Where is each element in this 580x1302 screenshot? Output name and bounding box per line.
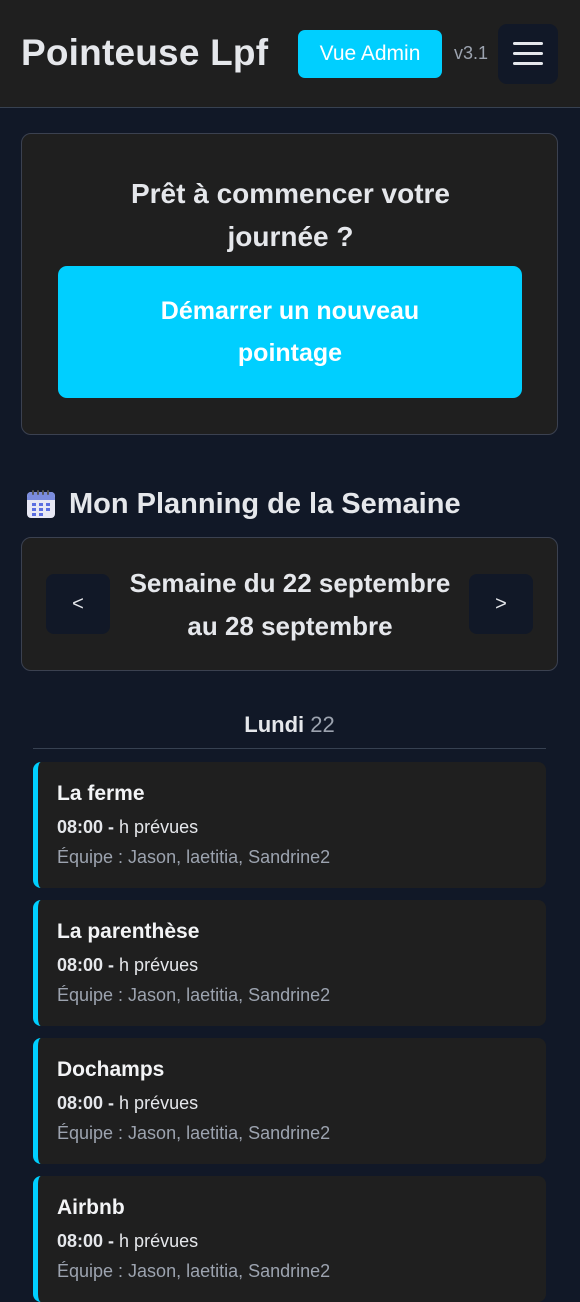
week-navigator: < Semaine du 22 septembre au 28 septembr… xyxy=(21,537,558,671)
task-team: Équipe : Jason, laetitia, Sandrine2 xyxy=(57,985,331,1005)
start-prompt: Prêt à commencer votre journée ? xyxy=(130,178,451,252)
task-time: 08:00 - h prévues xyxy=(57,817,199,837)
menu-bar xyxy=(513,62,543,65)
day-header: Lundi 22 xyxy=(33,706,546,749)
planning-title: Mon Planning de la Semaine xyxy=(69,487,461,520)
calendar-icon xyxy=(25,488,57,520)
task-name: Dochamps xyxy=(57,1058,165,1081)
start-clocking-button[interactable]: Démarrer un nouveau pointage xyxy=(58,266,522,398)
task-name: La ferme xyxy=(57,782,145,805)
day-name: Lundi xyxy=(244,712,305,737)
task-team: Équipe : Jason, laetitia, Sandrine2 xyxy=(57,847,331,867)
menu-bar xyxy=(513,42,543,45)
next-week-button[interactable]: > xyxy=(469,574,533,634)
menu-bar xyxy=(513,52,543,55)
task-name: La parenthèse xyxy=(57,920,200,943)
task-card[interactable]: La ferme 08:00 - h prévues Équipe : Jaso… xyxy=(33,762,546,888)
hamburger-menu-icon[interactable] xyxy=(498,24,558,84)
version-label: v3.1 xyxy=(454,43,489,63)
day-number: 22 xyxy=(310,712,335,737)
task-card[interactable]: Airbnb 08:00 - h prévues Équipe : Jason,… xyxy=(33,1176,546,1302)
task-time: 08:00 - h prévues xyxy=(57,1093,199,1113)
task-card[interactable]: La parenthèse 08:00 - h prévues Équipe :… xyxy=(33,900,546,1026)
task-team: Équipe : Jason, laetitia, Sandrine2 xyxy=(57,1123,331,1143)
task-team: Équipe : Jason, laetitia, Sandrine2 xyxy=(57,1261,331,1281)
app-title: Pointeuse Lpf xyxy=(21,32,269,73)
task-name: Airbnb xyxy=(57,1196,125,1219)
admin-view-button[interactable]: Vue Admin xyxy=(298,30,442,78)
task-card[interactable]: Dochamps 08:00 - h prévues Équipe : Jaso… xyxy=(33,1038,546,1164)
week-range-label: Semaine du 22 septembre au 28 septembre xyxy=(129,568,451,641)
top-bar: Pointeuse Lpf Vue Admin v3.1 xyxy=(0,0,580,108)
planning-heading: Mon Planning de la Semaine xyxy=(25,484,461,524)
task-time: 08:00 - h prévues xyxy=(57,955,199,975)
task-time: 08:00 - h prévues xyxy=(57,1231,199,1251)
previous-week-button[interactable]: < xyxy=(46,574,110,634)
start-card: Prêt à commencer votre journée ? Démarre… xyxy=(21,133,558,435)
